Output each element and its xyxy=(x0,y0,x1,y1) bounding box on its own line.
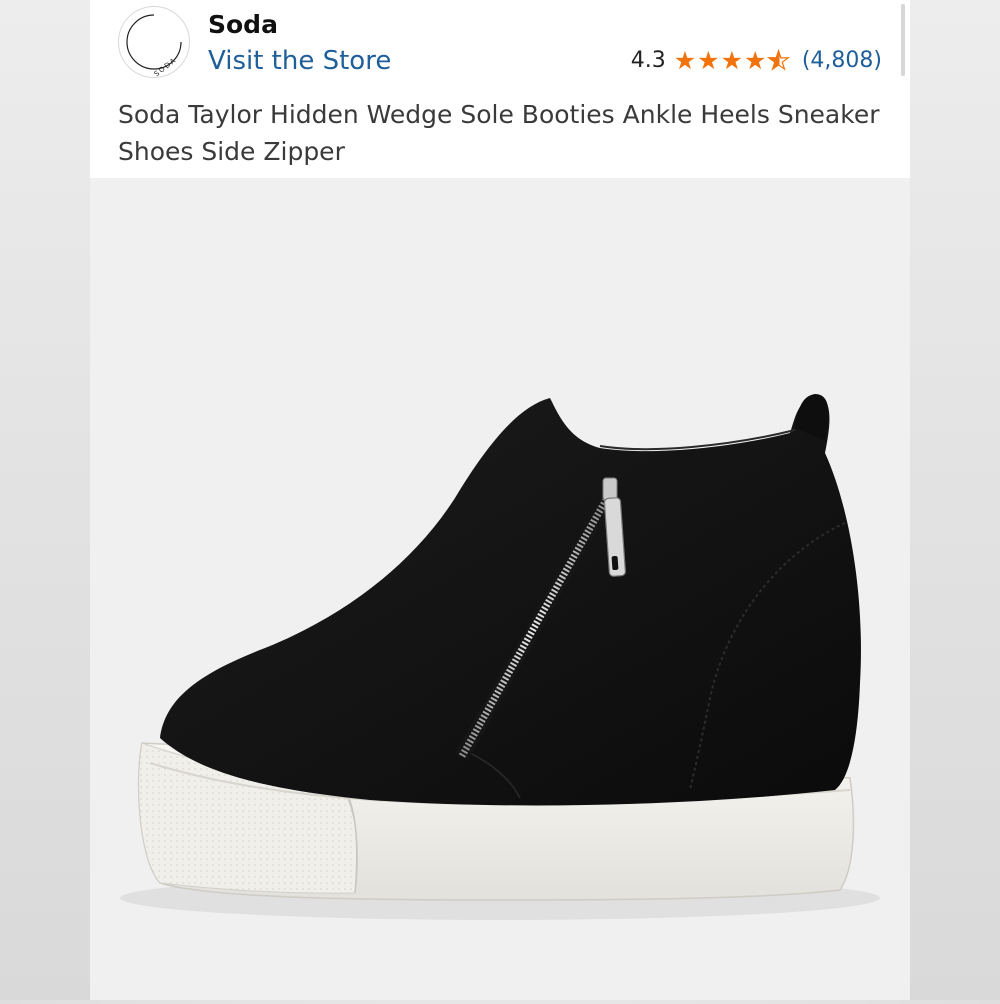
star-icon: ★ xyxy=(673,46,697,75)
brand-name[interactable]: Soda xyxy=(208,10,278,39)
product-image[interactable] xyxy=(90,178,910,1000)
background-blur-left xyxy=(0,0,90,1000)
svg-text:SODA: SODA xyxy=(153,56,178,77)
soda-logo-icon: SODA xyxy=(126,14,182,77)
review-count-link[interactable]: (4,808) xyxy=(802,48,882,73)
star-icon: ★ xyxy=(744,46,767,75)
background-blur-right xyxy=(910,0,1000,1000)
rating-stars: ★ ★ ★ ★ ★ xyxy=(673,46,791,75)
sneaker-bootie-image xyxy=(120,394,880,920)
rating-summary[interactable]: 4.3 ★ ★ ★ ★ ★ (4,808) xyxy=(630,46,882,75)
half-star-icon: ★ xyxy=(767,46,791,75)
rating-value: 4.3 xyxy=(630,48,666,73)
scrollbar[interactable] xyxy=(901,4,905,76)
star-icon: ★ xyxy=(697,46,720,75)
star-icon: ★ xyxy=(720,46,743,75)
store-logo[interactable]: SODA xyxy=(118,6,190,78)
product-title: Soda Taylor Hidden Wedge Sole Booties An… xyxy=(118,100,880,166)
visit-store-link[interactable]: Visit the Store xyxy=(208,46,391,76)
